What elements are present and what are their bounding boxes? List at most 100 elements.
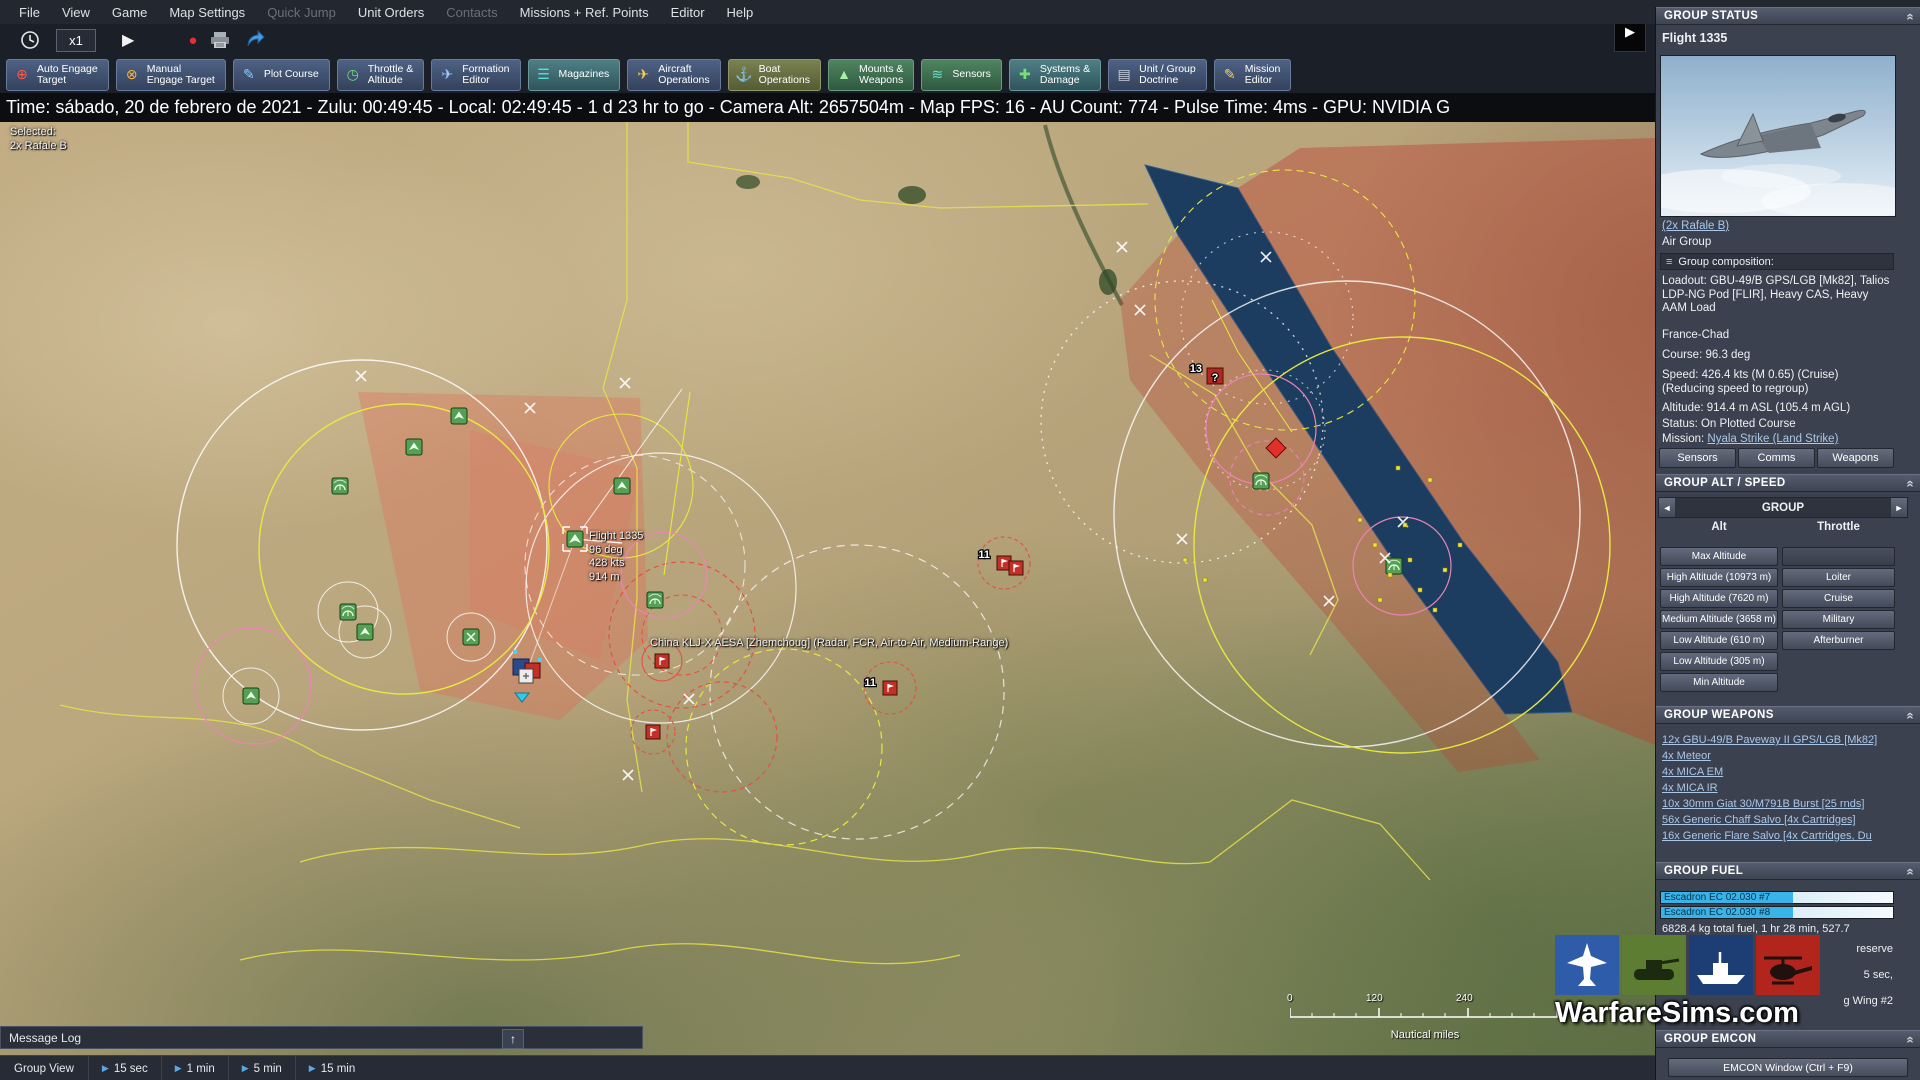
record-button[interactable]: ● [188,32,197,49]
collapse-icon[interactable]: » [1902,867,1917,875]
hostile-contact-icon[interactable] [655,654,669,668]
unit-group-doctrine-button[interactable]: ▤ Unit / GroupDoctrine [1108,59,1207,91]
message-log-label: Message Log [9,1031,81,1045]
auto-engage-target-button[interactable]: ⊕ Auto EngageTarget [6,59,109,91]
collapse-icon[interactable]: » [1902,711,1917,719]
weapon-link[interactable]: 10x 30mm Giat 30/M791B Burst [25 rnds] [1662,798,1901,810]
alt-min-button[interactable]: Min Altitude [1660,673,1778,692]
collapse-icon[interactable]: » [1902,479,1917,487]
selected-overlay: Selected: 2x Rafale B [10,126,67,153]
weapon-link[interactable]: 4x MICA EM [1662,766,1901,778]
play-button[interactable]: ▶ [122,30,134,50]
right-sidebar: GROUP STATUS » Flight 1335 (2x Rafale B)… [1655,7,1920,1080]
menu-map-settings[interactable]: Map Settings [158,5,256,20]
friendly-emitter-icon[interactable] [340,604,356,620]
mounts-weapons-button[interactable]: ▲ Mounts &Weapons [828,59,914,91]
throttle-cruise-button[interactable]: Cruise [1782,589,1895,608]
alt-low1-button[interactable]: Low Altitude (610 m) [1660,631,1778,650]
time-compression-value[interactable]: x1 [56,29,96,52]
menu-unit-orders[interactable]: Unit Orders [347,5,435,20]
formation-editor-button[interactable]: ✈ FormationEditor [431,59,520,91]
mission-link[interactable]: Nyala Strike (Land Strike) [1707,433,1838,445]
weapon-link[interactable]: 16x Generic Flare Salvo [4x Cartridges, … [1662,830,1901,842]
hostile-contact-icon[interactable] [1009,561,1023,575]
menu-help[interactable]: Help [716,5,765,20]
comms-panel-button[interactable]: Comms [1738,448,1815,468]
throttle-loiter-button[interactable]: Loiter [1782,568,1895,587]
side-label: France-Chad [1662,329,1895,343]
collapse-icon[interactable]: » [1902,12,1917,20]
emcon-window-button[interactable]: EMCON Window (Ctrl + F9) [1668,1058,1908,1077]
hostile-contact-icon[interactable] [883,681,897,695]
group-selector-label: GROUP [1675,502,1891,514]
fuel-bar-aircraft-8[interactable]: Escadron EC 02.030 #8 [1660,906,1894,919]
alt-high1-button[interactable]: High Altitude (10973 m) [1660,568,1778,587]
friendly-emitter-icon[interactable] [1253,473,1269,489]
systems-damage-button[interactable]: ✚ Systems &Damage [1009,59,1101,91]
throttle-military-button[interactable]: Military [1782,610,1895,629]
group-composition-dropdown[interactable]: ≡ Group composition: [1660,253,1894,270]
throttle-altitude-button[interactable]: ◷ Throttle &Altitude [337,59,425,91]
next-group-button[interactable]: ► [1891,498,1907,517]
group-view-label[interactable]: Group View [0,1063,88,1075]
time-step-5min[interactable]: ▶ 5 min [228,1056,295,1080]
weapons-panel-button[interactable]: Weapons [1817,448,1894,468]
friendly-air-unit-icon[interactable] [614,478,630,494]
selected-label: Selected: [10,126,67,140]
collapse-icon[interactable]: » [1902,1035,1917,1043]
weapon-link[interactable]: 4x Meteor [1662,750,1901,762]
jump-to-icon[interactable] [245,30,265,50]
menu-editor[interactable]: Editor [660,5,716,20]
weapon-link[interactable]: 4x MICA IR [1662,782,1901,794]
menu-view[interactable]: View [51,5,101,20]
time-step-1min[interactable]: ▶ 1 min [161,1056,228,1080]
friendly-air-unit-icon[interactable] [243,688,259,704]
cross-icon: ✚ [1016,66,1034,84]
panel-header-group-fuel[interactable]: GROUP FUEL » [1656,862,1920,880]
mission-editor-button[interactable]: ✎ MissionEditor [1214,59,1292,91]
fuel-bar-aircraft-7[interactable]: Escadron EC 02.030 #7 [1660,891,1894,904]
friendly-air-unit-icon[interactable] [451,408,467,424]
menu-game[interactable]: Game [101,5,158,20]
friendly-facility-icon[interactable] [463,629,479,645]
message-log-bar[interactable]: Message Log ↑ [0,1026,643,1049]
plot-course-button[interactable]: ✎ Plot Course [233,59,330,91]
panel-header-group-status[interactable]: GROUP STATUS » [1656,7,1920,25]
hostile-contact-icon[interactable] [646,725,660,739]
sensors-panel-button[interactable]: Sensors [1659,448,1736,468]
prev-group-button[interactable]: ◄ [1659,498,1675,517]
flight-course-label: 96 deg [589,544,643,558]
friendly-emitter-icon[interactable] [332,478,348,494]
friendly-air-unit-icon[interactable] [406,439,422,455]
message-log-expand-button[interactable]: ↑ [502,1029,524,1049]
friendly-emitter-icon[interactable] [647,592,663,608]
sensors-button[interactable]: ≋ Sensors [921,59,1002,91]
alt-low2-button[interactable]: Low Altitude (305 m) [1660,652,1778,671]
panel-header-group-emcon[interactable]: GROUP EMCON » [1656,1030,1920,1048]
alt-medium-button[interactable]: Medium Altitude (3658 m) [1660,610,1778,629]
anchor-icon: ⚓ [735,66,753,84]
app-window: 11 11 13 ? Selected: 2x Rafale B Flight … [0,0,1920,1080]
weapon-link[interactable]: 56x Generic Chaff Salvo [4x Cartridges] [1662,814,1901,826]
magazines-button[interactable]: ☰ Magazines [528,59,621,91]
alt-column-header: Alt [1660,521,1778,533]
alt-high2-button[interactable]: High Altitude (7620 m) [1660,589,1778,608]
clock-icon [20,30,40,50]
manual-engage-target-button[interactable]: ⊗ ManualEngage Target [116,59,226,91]
throttle-afterburner-button[interactable]: Afterburner [1782,631,1895,650]
group-type-link[interactable]: (2x Rafale B) [1662,220,1895,234]
throttle-column-header: Throttle [1782,521,1895,533]
menu-file[interactable]: File [8,5,51,20]
time-step-15min[interactable]: ▶ 15 min [295,1056,368,1080]
alt-max-button[interactable]: Max Altitude [1660,547,1778,566]
boat-operations-button[interactable]: ⚓ BoatOperations [728,59,821,91]
panel-header-alt-speed[interactable]: GROUP ALT / SPEED » [1656,474,1920,492]
time-step-15sec[interactable]: ▶ 15 sec [88,1056,161,1080]
printer-icon[interactable] [209,31,231,49]
aircraft-operations-button[interactable]: ✈ AircraftOperations [627,59,720,91]
weapon-link[interactable]: 12x GBU-49/B Paveway II GPS/LGB [Mk82] [1662,734,1901,746]
crosshair-icon: ⊗ [123,66,141,84]
menu-missions-ref-points[interactable]: Missions + Ref. Points [509,5,660,20]
friendly-air-unit-icon[interactable] [357,624,373,640]
panel-header-group-weapons[interactable]: GROUP WEAPONS » [1656,706,1920,724]
